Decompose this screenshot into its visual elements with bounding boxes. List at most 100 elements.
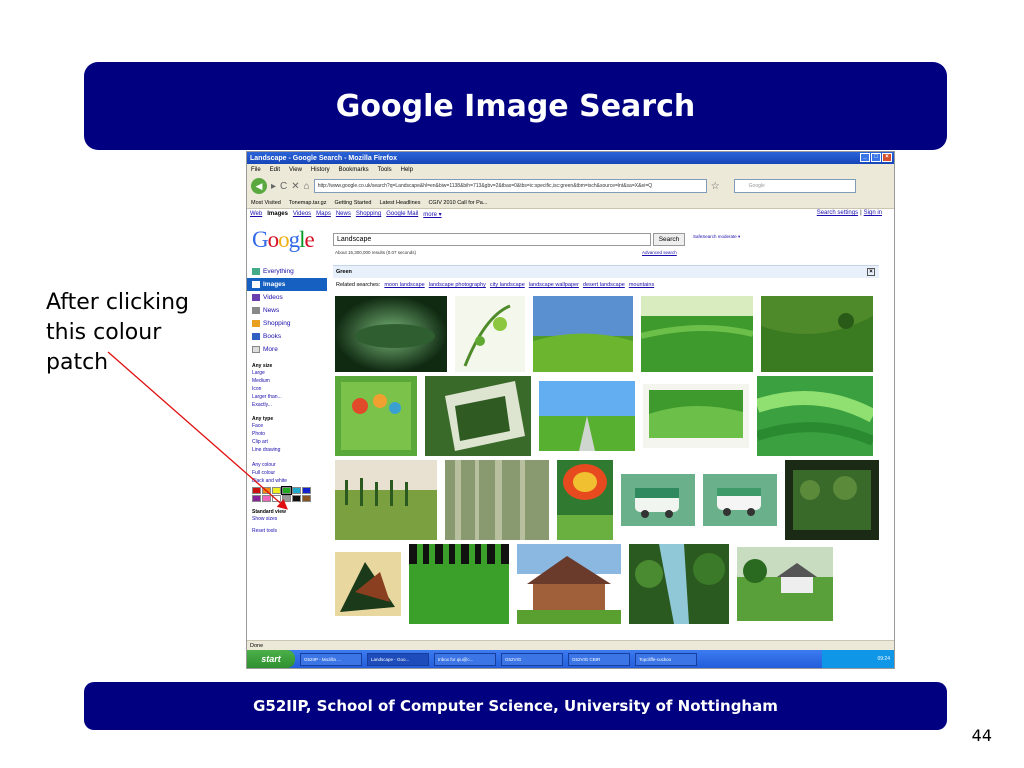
colour-swatch[interactable] xyxy=(292,495,301,502)
image-thumbnail[interactable] xyxy=(533,296,633,372)
google-search-button[interactable]: Search xyxy=(653,233,685,246)
image-thumbnail[interactable] xyxy=(557,460,613,540)
taskbar-item[interactable]: Topcliffe-cuckoo xyxy=(635,652,697,666)
colour-option[interactable]: Full colour xyxy=(247,469,327,477)
google-logo[interactable]: Google xyxy=(252,227,315,253)
image-thumbnail[interactable] xyxy=(703,474,777,526)
nav-shopping[interactable]: Shopping xyxy=(356,211,381,217)
image-thumbnail[interactable] xyxy=(737,547,833,621)
related-link[interactable]: desert landscape xyxy=(583,282,625,288)
start-button[interactable]: start xyxy=(247,650,295,668)
type-option[interactable]: Clip art xyxy=(247,438,327,446)
close-icon[interactable]: × xyxy=(882,153,892,162)
colour-option[interactable]: Black and white xyxy=(247,477,327,485)
colour-swatch[interactable] xyxy=(262,487,271,494)
size-option[interactable]: Exactly... xyxy=(247,401,327,409)
colour-swatch[interactable] xyxy=(252,487,261,494)
menu-bookmarks[interactable]: Bookmarks xyxy=(339,167,369,173)
type-option[interactable]: Photo xyxy=(247,430,327,438)
menu-edit[interactable]: Edit xyxy=(270,167,280,173)
image-thumbnail[interactable] xyxy=(629,544,729,624)
nav-web[interactable]: Web xyxy=(250,211,262,217)
safesearch-dropdown[interactable]: SafeSearch moderate ▾ xyxy=(693,234,740,240)
bookmark-star-icon[interactable]: ☆ xyxy=(711,181,720,192)
image-thumbnail[interactable] xyxy=(539,381,635,451)
nav-images[interactable]: Images xyxy=(267,211,288,217)
google-search-input[interactable]: Landscape xyxy=(333,233,651,246)
reload-icon[interactable]: C xyxy=(280,181,287,192)
sidebar-item-videos[interactable]: Videos xyxy=(247,291,327,304)
bookmark-item[interactable]: Getting Started xyxy=(334,200,371,206)
taskbar-item[interactable]: G52VIG xyxy=(501,652,563,666)
taskbar-item[interactable]: G52IIP - Mozilla ... xyxy=(300,652,362,666)
taskbar-item[interactable]: Inbox for qiu@c... xyxy=(434,652,496,666)
type-option[interactable]: Line drawing xyxy=(247,446,327,454)
image-thumbnail[interactable] xyxy=(335,376,417,456)
close-filter-icon[interactable]: × xyxy=(867,268,875,276)
colour-option[interactable]: Any colour xyxy=(247,461,327,469)
colour-swatch[interactable] xyxy=(262,495,271,502)
colour-swatch[interactable] xyxy=(302,487,311,494)
image-thumbnail[interactable] xyxy=(643,384,749,448)
bookmark-item[interactable]: CGIV 2010 Call for Pa... xyxy=(428,200,487,206)
image-thumbnail[interactable] xyxy=(335,552,401,616)
image-thumbnail[interactable] xyxy=(517,544,621,624)
related-link[interactable]: landscape wallpaper xyxy=(529,282,579,288)
type-option[interactable]: Face xyxy=(247,422,327,430)
menu-file[interactable]: File xyxy=(251,167,261,173)
image-thumbnail[interactable] xyxy=(425,376,531,456)
view-option[interactable]: Show sizes xyxy=(247,515,327,523)
colour-swatch[interactable] xyxy=(282,495,291,502)
image-thumbnail[interactable] xyxy=(641,296,753,372)
image-thumbnail[interactable] xyxy=(409,544,509,624)
reset-tools-link[interactable]: Reset tools xyxy=(247,527,327,535)
menu-help[interactable]: Help xyxy=(401,167,413,173)
related-link[interactable]: city landscape xyxy=(490,282,525,288)
menu-tools[interactable]: Tools xyxy=(378,167,392,173)
image-thumbnail[interactable] xyxy=(757,376,873,456)
related-link[interactable]: landscape photography xyxy=(429,282,486,288)
colour-swatch[interactable] xyxy=(302,495,311,502)
menu-view[interactable]: View xyxy=(289,167,302,173)
related-link[interactable]: moon landscape xyxy=(384,282,424,288)
taskbar-item[interactable]: G52VIG CBIR xyxy=(568,652,630,666)
sidebar-item-shopping[interactable]: Shopping xyxy=(247,317,327,330)
related-link[interactable]: mountains xyxy=(629,282,654,288)
image-thumbnail[interactable] xyxy=(455,296,525,372)
maximize-icon[interactable]: □ xyxy=(871,153,881,162)
image-thumbnail[interactable] xyxy=(335,460,437,540)
size-option[interactable]: Larger than... xyxy=(247,393,327,401)
nav-maps[interactable]: Maps xyxy=(316,211,331,217)
bookmark-item[interactable]: Latest Headlines xyxy=(379,200,420,206)
browser-search-input[interactable]: Google xyxy=(733,179,856,193)
home-icon[interactable]: ⌂ xyxy=(304,181,310,192)
sign-in-link[interactable]: Sign in xyxy=(864,210,882,216)
bookmark-item[interactable]: Tonemap.tar.gz xyxy=(289,200,327,206)
image-thumbnail[interactable] xyxy=(785,460,879,540)
size-option[interactable]: Icon xyxy=(247,385,327,393)
sidebar-item-images[interactable]: Images xyxy=(247,278,327,291)
sidebar-item-more[interactable]: More xyxy=(247,343,327,356)
image-thumbnail[interactable] xyxy=(761,296,873,372)
forward-icon[interactable]: ▸ xyxy=(271,181,276,192)
nav-news[interactable]: News xyxy=(336,211,351,217)
image-thumbnail[interactable] xyxy=(335,296,447,372)
nav-more[interactable]: more ▾ xyxy=(423,211,441,218)
colour-swatch[interactable] xyxy=(252,495,261,502)
colour-swatch[interactable] xyxy=(281,486,292,495)
colour-swatch[interactable] xyxy=(272,487,281,494)
image-thumbnail[interactable] xyxy=(621,474,695,526)
search-settings-link[interactable]: Search settings xyxy=(817,210,858,216)
sidebar-item-books[interactable]: Books xyxy=(247,330,327,343)
stop-icon[interactable]: ✕ xyxy=(291,181,299,192)
bookmark-item[interactable]: Most Visited xyxy=(251,200,281,206)
advanced-search-link[interactable]: Advanced search xyxy=(642,250,677,255)
sidebar-item-everything[interactable]: Everything xyxy=(247,265,327,278)
image-thumbnail[interactable] xyxy=(445,460,549,540)
back-icon[interactable]: ◀ xyxy=(251,178,267,194)
nav-videos[interactable]: Videos xyxy=(293,211,311,217)
size-option[interactable]: Medium xyxy=(247,377,327,385)
sidebar-item-news[interactable]: News xyxy=(247,304,327,317)
url-bar[interactable]: http://www.google.co.uk/search?q=Landsca… xyxy=(313,179,707,193)
menu-history[interactable]: History xyxy=(311,167,330,173)
